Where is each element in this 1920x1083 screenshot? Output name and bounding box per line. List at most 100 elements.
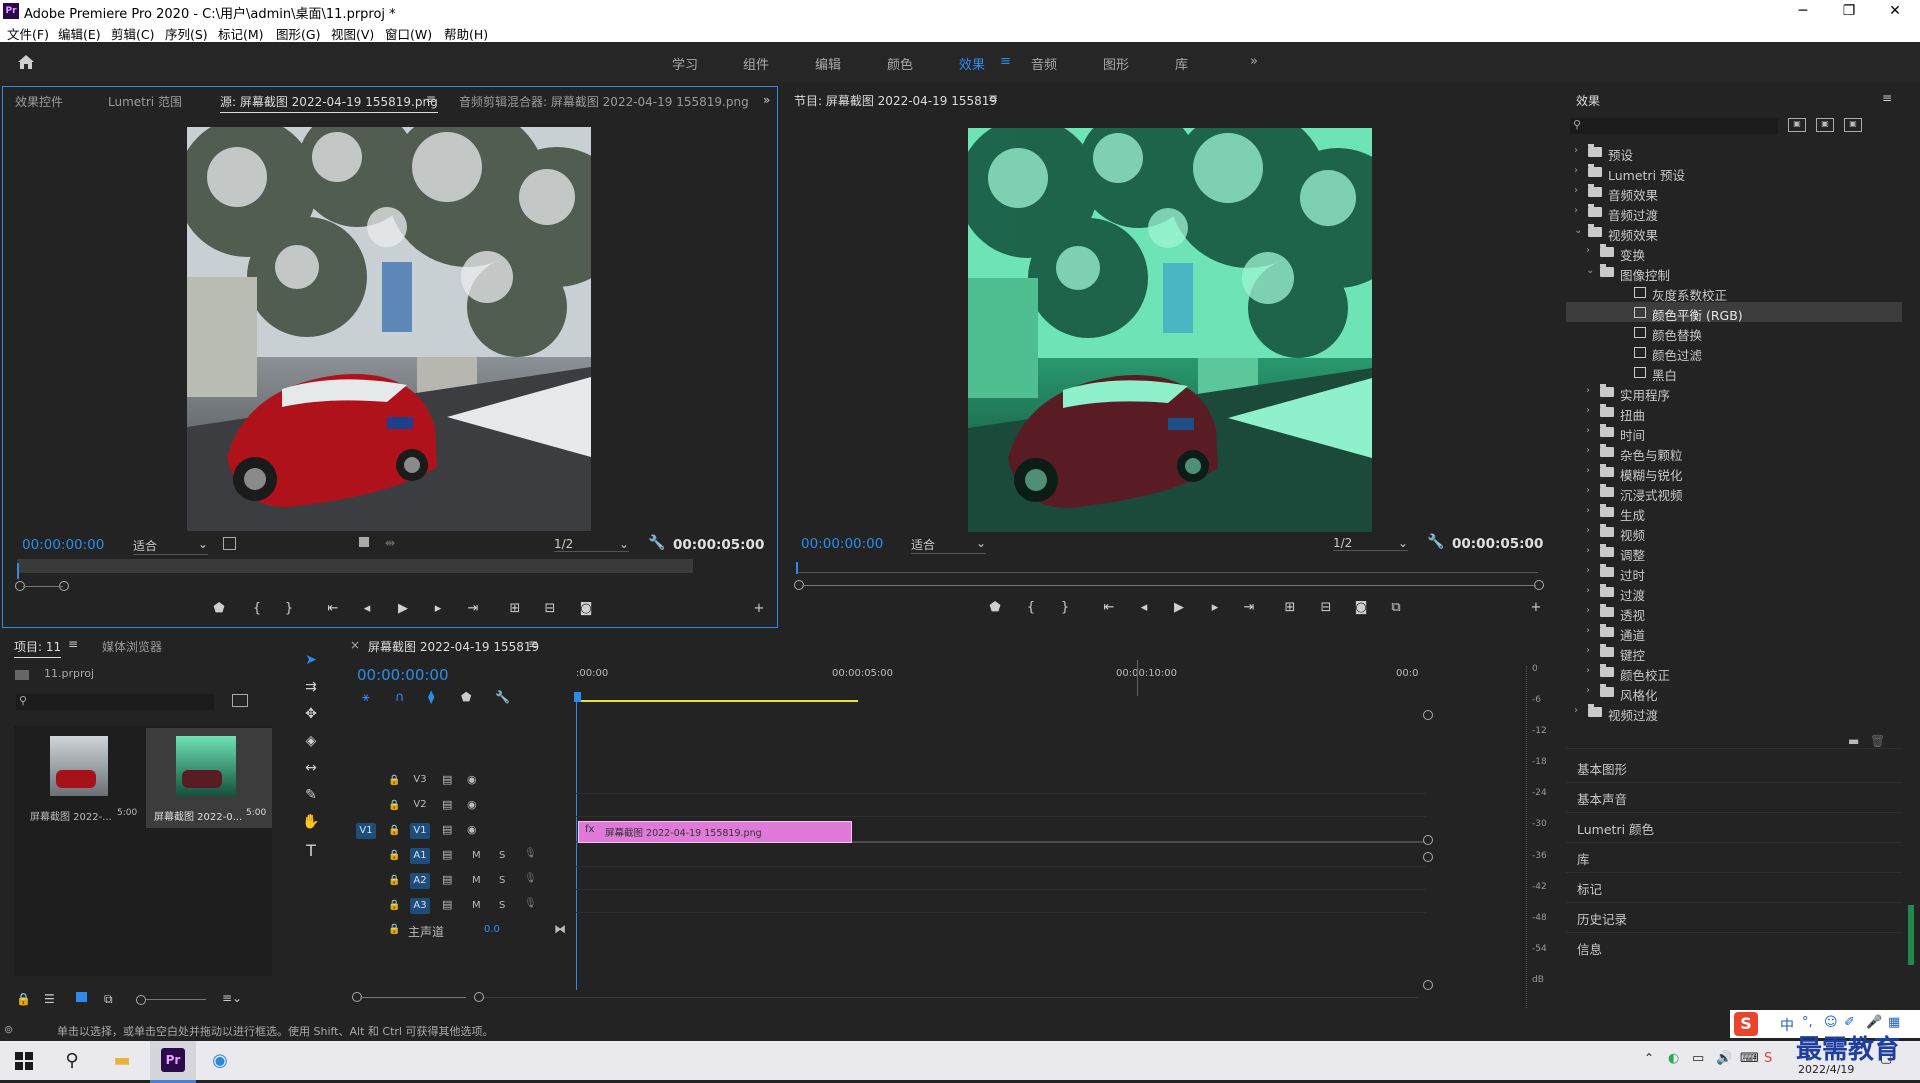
track-label-a3[interactable]: A3 bbox=[410, 898, 430, 914]
ime-voice[interactable]: 🎤 bbox=[1866, 1015, 1882, 1030]
chevron-right-icon[interactable]: › bbox=[1574, 165, 1578, 176]
network-icon[interactable]: ▭ bbox=[1692, 1051, 1704, 1066]
windows-start-icon[interactable] bbox=[10, 1047, 38, 1075]
mark-in-icon[interactable]: { bbox=[1022, 600, 1040, 615]
freeform-view-icon[interactable]: ⧉ bbox=[104, 992, 113, 1007]
source-timecode[interactable]: 00:00:00:00 bbox=[22, 537, 104, 553]
tab-source[interactable]: 源: 屏幕截图 2022-04-19 155819.png bbox=[220, 93, 438, 113]
chevron-right-icon[interactable]: › bbox=[1586, 385, 1590, 396]
video-vscroll-top[interactable] bbox=[1423, 710, 1433, 720]
edge-browser-icon[interactable]: ◉ bbox=[206, 1047, 234, 1075]
tab-program[interactable]: 节目: 屏幕截图 2022-04-19 155819 bbox=[794, 92, 997, 111]
timeline-clip[interactable]: fx 屏幕截图 2022-04-19 155819.png bbox=[578, 821, 852, 843]
export-frame-icon[interactable]: ◙ bbox=[577, 601, 595, 616]
step-back-icon[interactable]: ◂ bbox=[358, 601, 376, 616]
eye-icon[interactable]: ◉ bbox=[467, 773, 477, 786]
hzoom-right-handle[interactable] bbox=[474, 992, 484, 1002]
go-to-out-icon[interactable]: ⇥ bbox=[464, 601, 482, 616]
hscroll-track[interactable] bbox=[484, 997, 1418, 998]
add-marker-icon[interactable]: ⬟ bbox=[461, 690, 471, 704]
project-search-input[interactable]: ⚲ bbox=[16, 694, 214, 710]
effects-tree-item[interactable]: › 过渡 bbox=[1566, 582, 1902, 603]
chevron-right-icon[interactable]: › bbox=[1586, 625, 1590, 636]
insert-icon[interactable]: ⊞ bbox=[506, 601, 524, 616]
timeline-settings-icon[interactable]: 🔧 bbox=[495, 690, 510, 704]
tray-expand-icon[interactable]: ⌃ bbox=[1644, 1051, 1654, 1065]
chevron-right-icon[interactable]: › bbox=[1586, 665, 1590, 676]
go-to-in-icon[interactable]: ⇤ bbox=[1100, 600, 1118, 615]
chevron-right-icon[interactable]: › bbox=[1586, 605, 1590, 616]
lift-icon[interactable]: ⊞ bbox=[1281, 600, 1299, 615]
source-zoom-dropdown[interactable]: 适合 ⌄ bbox=[133, 537, 208, 555]
program-playhead[interactable] bbox=[796, 562, 798, 574]
track-lane-v3[interactable] bbox=[576, 773, 1426, 794]
effects-tree-item[interactable]: › 通道 bbox=[1566, 622, 1902, 643]
ime-punctuation[interactable]: °, bbox=[1802, 1015, 1813, 1030]
mark-out-icon[interactable]: } bbox=[280, 601, 298, 616]
track-label-a1[interactable]: A1 bbox=[410, 848, 430, 864]
chevron-right-icon[interactable]: › bbox=[1586, 525, 1590, 536]
sync-icon[interactable]: ▤ bbox=[442, 798, 452, 811]
effects-tree-item[interactable]: › 生成 bbox=[1566, 502, 1902, 523]
linked-selection-icon[interactable]: ⧫ bbox=[428, 690, 434, 705]
chevron-right-icon[interactable]: › bbox=[1586, 505, 1590, 516]
program-zoom-dropdown[interactable]: 适合 ⌄ bbox=[911, 536, 986, 554]
effects-tree-item[interactable]: 颜色平衡 (RGB) bbox=[1566, 302, 1902, 323]
effects-tree-item[interactable]: 颜色替换 bbox=[1566, 322, 1902, 343]
workspace-learn[interactable]: 学习 bbox=[672, 54, 698, 73]
effects-tree-item[interactable]: › 音频过渡 bbox=[1566, 202, 1902, 223]
panel-essential-graphics[interactable]: 基本图形 bbox=[1577, 759, 1627, 778]
panel-essential-sound[interactable]: 基本声音 bbox=[1577, 789, 1627, 808]
effects-search-input[interactable]: ⚲ bbox=[1570, 118, 1778, 134]
eye-icon[interactable]: ◉ bbox=[467, 823, 477, 836]
tab-lumetri-scopes[interactable]: Lumetri 范围 bbox=[108, 93, 182, 110]
nest-icon[interactable]: ⚹ bbox=[362, 690, 370, 705]
menu-view[interactable]: 视图(V) bbox=[331, 24, 374, 43]
sync-icon[interactable]: ▤ bbox=[442, 898, 452, 911]
sequence-timecode[interactable]: 00:00:00:00 bbox=[357, 666, 449, 684]
effects-tree-item[interactable]: 颜色过滤 bbox=[1566, 342, 1902, 363]
solo-button[interactable]: S bbox=[499, 850, 505, 861]
tab-effect-controls[interactable]: 效果控件 bbox=[15, 93, 63, 110]
effects-tree-item[interactable]: › 风格化 bbox=[1566, 682, 1902, 703]
video-vscroll-bottom[interactable] bbox=[1423, 835, 1433, 845]
pen-tool-icon[interactable]: ✎ bbox=[300, 787, 322, 809]
panel-info[interactable]: 信息 bbox=[1577, 939, 1602, 958]
track-select-tool-icon[interactable]: ⇉ bbox=[300, 679, 322, 701]
track-label-v1[interactable]: V1 bbox=[410, 823, 430, 839]
list-view-icon[interactable]: ☰ bbox=[44, 992, 55, 1006]
effects-tree-item[interactable]: › Lumetri 预设 bbox=[1566, 162, 1902, 183]
sogou-tray-icon[interactable]: S bbox=[1764, 1051, 1772, 1066]
selection-tool-icon[interactable]: ➤ bbox=[300, 652, 322, 674]
wrench-icon[interactable]: 🔧 bbox=[1427, 534, 1444, 550]
go-to-end-icon[interactable]: ⧓ bbox=[554, 922, 566, 936]
effects-tree-item[interactable]: 黑白 bbox=[1566, 362, 1902, 383]
workspace-libraries[interactable]: 库 bbox=[1175, 54, 1188, 73]
sequence-tab-menu-icon[interactable]: ≡ bbox=[528, 637, 538, 651]
workspace-audio[interactable]: 音频 bbox=[1031, 54, 1057, 73]
program-timecode[interactable]: 00:00:00:00 bbox=[801, 536, 883, 552]
lock-icon[interactable]: 🔒 bbox=[388, 924, 400, 935]
settings-icon[interactable] bbox=[223, 537, 236, 550]
snap-icon[interactable]: ∩ bbox=[395, 690, 405, 705]
extract-icon[interactable]: ⊟ bbox=[1317, 600, 1335, 615]
ime-emoji[interactable]: ☺ bbox=[1824, 1015, 1838, 1030]
effects-tree-item[interactable]: › 时间 bbox=[1566, 422, 1902, 443]
thumbnail-size-slider[interactable] bbox=[136, 995, 146, 1005]
chevron-right-icon[interactable]: › bbox=[1586, 405, 1590, 416]
menu-window[interactable]: 窗口(W) bbox=[385, 24, 432, 43]
time-ruler[interactable]: :00:00 00:00:05:00 00:00:10:00 00:0 bbox=[576, 660, 1418, 710]
panel-lumetri-color[interactable]: Lumetri 颜色 bbox=[1577, 819, 1654, 838]
32bit-effects-icon[interactable]: ▣ bbox=[1816, 118, 1834, 132]
lock-icon[interactable]: 🔒 bbox=[388, 800, 400, 811]
track-lane-a1[interactable] bbox=[576, 844, 1426, 867]
chevron-right-icon[interactable]: › bbox=[1586, 645, 1590, 656]
button-editor-icon[interactable]: + bbox=[750, 601, 768, 616]
sync-icon[interactable]: ▤ bbox=[442, 873, 452, 886]
effects-tree-item[interactable]: › 键控 bbox=[1566, 642, 1902, 663]
sync-icon[interactable]: ▤ bbox=[442, 848, 452, 861]
menu-help[interactable]: 帮助(H) bbox=[444, 24, 488, 43]
accelerated-effects-icon[interactable]: ▣ bbox=[1788, 118, 1806, 132]
menu-edit[interactable]: 编辑(E) bbox=[58, 24, 101, 43]
sort-icon[interactable]: ≡⌄ bbox=[222, 991, 242, 1005]
